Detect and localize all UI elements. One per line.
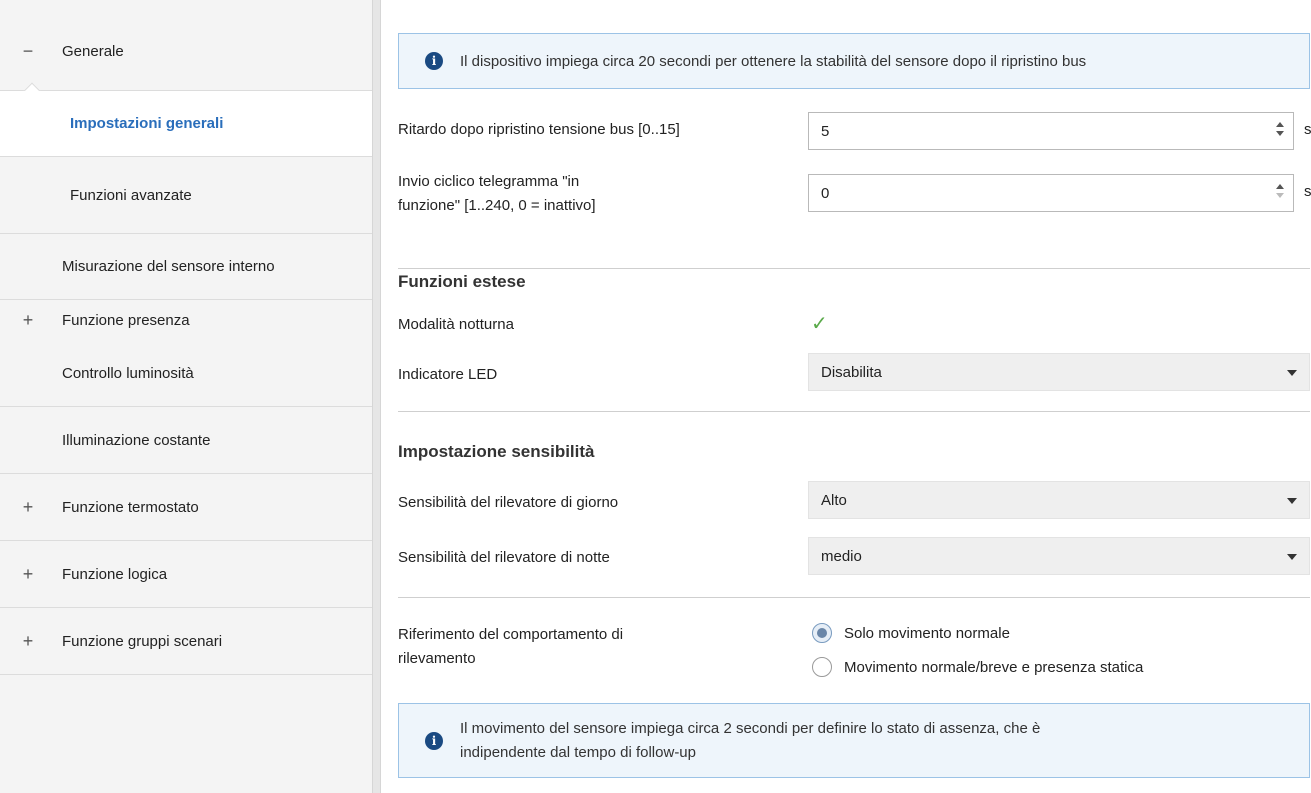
sidebar-item-label: Funzione gruppi scenari	[62, 632, 223, 650]
info-text: Il dispositivo impiega circa 20 secondi …	[460, 52, 1087, 70]
sidebar-item-funzione-presenza[interactable]: + Funzione presenza	[0, 300, 377, 341]
spin-down-icon[interactable]	[1276, 193, 1284, 198]
day-sensitivity-select[interactable]: Alto	[808, 481, 1310, 519]
sidebar-item-controllo-luminosita[interactable]: Controllo luminosità	[0, 341, 377, 407]
night-mode-checkbox[interactable]: ✓	[811, 313, 833, 335]
sidebar-item-label: Funzioni avanzate	[70, 186, 192, 204]
sidebar-item-funzione-logica[interactable]: + Funzione logica	[0, 541, 377, 608]
chevron-down-icon	[1287, 498, 1297, 504]
expand-icon: +	[22, 310, 34, 330]
spin-down-icon[interactable]	[1276, 131, 1284, 136]
radio-label: Movimento normale/breve e presenza stati…	[844, 658, 1144, 676]
main-panel: i Il dispositivo impiega circa 20 second…	[381, 0, 1311, 793]
detection-label-line1: Riferimento del comportamento di	[398, 626, 624, 643]
sidebar-item-label: Misurazione del sensore interno	[62, 258, 275, 275]
sidebar-item-funzione-gruppi-scenari[interactable]: + Funzione gruppi scenari	[0, 608, 377, 675]
delay-unit: s	[1304, 121, 1311, 138]
night-sensitivity-value: medio	[821, 547, 862, 565]
cyclic-label-line2: funzione" [1..240, 0 = inattivo]	[398, 197, 596, 214]
detection-label-line2: rilevamento	[398, 650, 476, 667]
info-box-bottom: i Il movimento del sensore impiega circa…	[398, 703, 1310, 778]
chevron-down-icon	[1287, 370, 1297, 376]
night-mode-label: Modalità notturna	[398, 316, 514, 333]
divider	[398, 268, 1310, 269]
radio-selected-icon[interactable]	[812, 623, 832, 643]
day-sensitivity-label: Sensibilità del rilevatore di giorno	[398, 494, 619, 511]
section-title-extended: Funzioni estese	[398, 272, 526, 291]
expand-icon: +	[22, 496, 34, 517]
night-sensitivity-select[interactable]: medio	[808, 537, 1310, 575]
divider	[398, 411, 1310, 412]
spinner-arrows-icon[interactable]	[1275, 183, 1285, 203]
spin-up-icon[interactable]	[1276, 122, 1284, 127]
delay-label: Ritardo dopo ripristino tensione bus [0.…	[398, 121, 680, 138]
info-icon: i	[425, 731, 443, 750]
expand-icon: +	[22, 630, 34, 651]
cyclic-value: 0	[821, 184, 830, 202]
led-select-value: Disabilita	[821, 363, 882, 381]
sidebar-splitter[interactable]	[372, 0, 381, 793]
led-label: Indicatore LED	[398, 366, 498, 383]
sidebar-item-label: Funzione termostato	[62, 498, 199, 516]
sidebar-item-impostazioni-generali[interactable]: Impostazioni generali	[0, 91, 377, 157]
info-icon: i	[425, 52, 443, 70]
sidebar-item-label: Funzione presenza	[62, 312, 190, 329]
day-sensitivity-value: Alto	[821, 491, 847, 509]
sidebar-item-funzione-termostato[interactable]: + Funzione termostato	[0, 474, 377, 541]
sidebar: − Generale Impostazioni generali Funzion…	[0, 0, 377, 793]
info-box-top: i Il dispositivo impiega circa 20 second…	[398, 33, 1310, 89]
radio-unselected-icon[interactable]	[812, 657, 832, 677]
sidebar-item-label: Controllo luminosità	[62, 365, 194, 382]
led-select[interactable]: Disabilita	[808, 353, 1310, 391]
divider	[398, 597, 1310, 598]
collapse-icon: −	[22, 41, 34, 61]
info-text-line2: indipendente dal tempo di follow-up	[460, 743, 696, 761]
sidebar-item-label: Impostazioni generali	[70, 115, 224, 132]
info-text-line1: Il movimento del sensore impiega circa 2…	[460, 719, 1041, 737]
info-text-block: Il movimento del sensore impiega circa 2…	[460, 717, 1040, 765]
delay-value: 5	[821, 122, 830, 140]
section-title-sensitivity: Impostazione sensibilità	[398, 442, 595, 461]
cyclic-unit: s	[1304, 183, 1311, 200]
sidebar-item-label: Funzione logica	[62, 565, 168, 583]
sidebar-item-misurazione-sensore[interactable]: Misurazione del sensore interno	[0, 234, 377, 300]
sidebar-item-funzioni-avanzate[interactable]: Funzioni avanzate	[0, 157, 377, 234]
cyclic-label-line1: Invio ciclico telegramma "in	[398, 173, 580, 190]
expand-icon: +	[22, 563, 34, 584]
cyclic-spinner[interactable]: 0	[808, 174, 1294, 212]
sidebar-item-illuminazione-costante[interactable]: Illuminazione costante	[0, 407, 377, 474]
night-sensitivity-label: Sensibilità del rilevatore di notte	[398, 549, 610, 566]
radio-solo-movimento[interactable]: Solo movimento normale	[812, 623, 1010, 643]
sidebar-item-label: Illuminazione costante	[62, 431, 211, 449]
sidebar-item-generale[interactable]: − Generale	[0, 13, 377, 100]
chevron-down-icon	[1287, 554, 1297, 560]
spin-up-icon[interactable]	[1276, 184, 1284, 189]
delay-spinner[interactable]: 5	[808, 112, 1294, 150]
sidebar-item-label: Generale	[62, 43, 124, 60]
spinner-arrows-icon[interactable]	[1275, 121, 1285, 141]
radio-label: Solo movimento normale	[844, 624, 1010, 642]
radio-movimento-presenza[interactable]: Movimento normale/breve e presenza stati…	[812, 657, 1143, 677]
